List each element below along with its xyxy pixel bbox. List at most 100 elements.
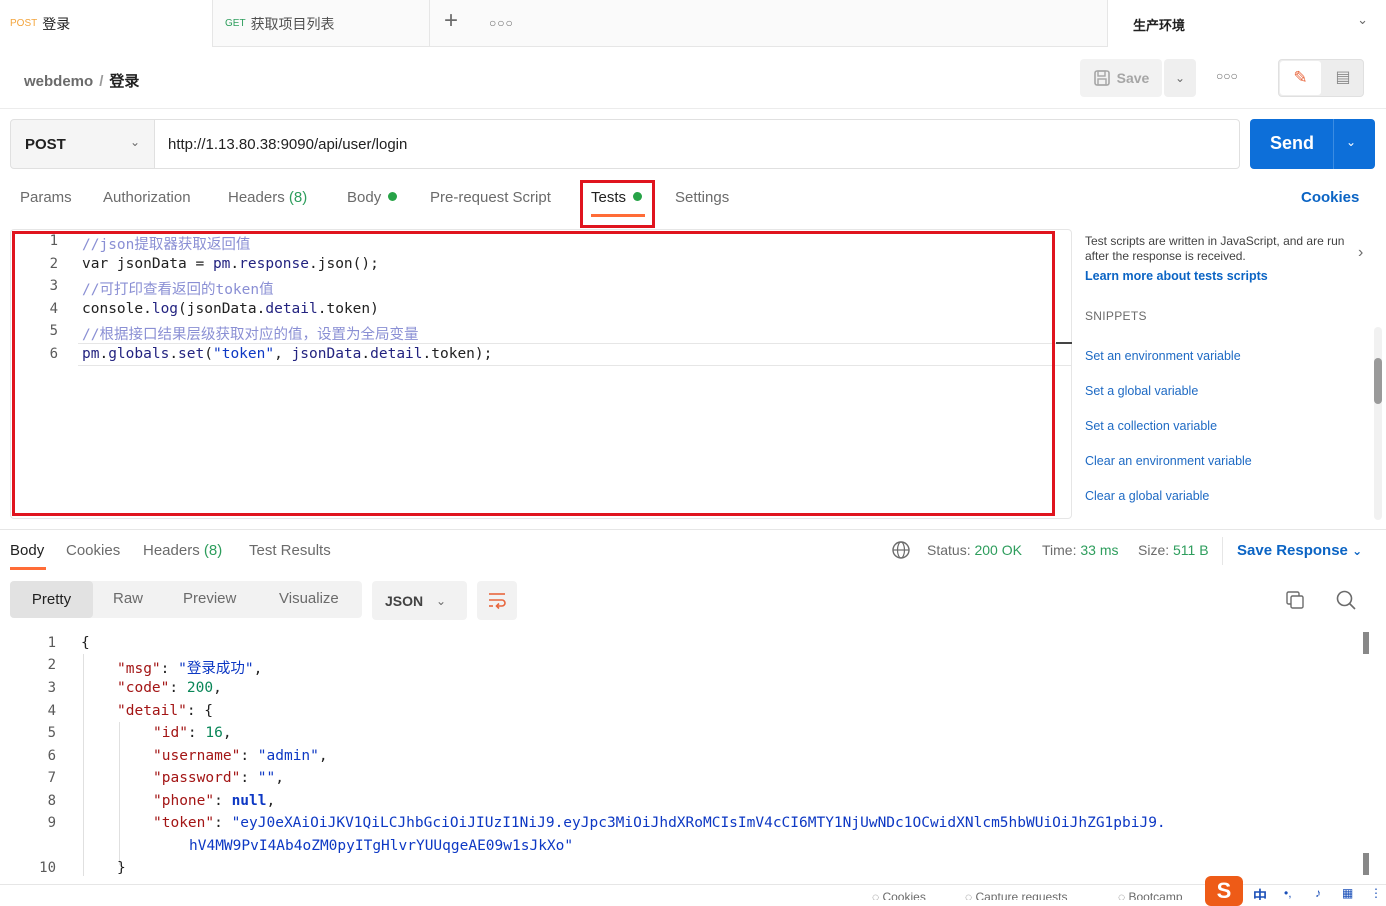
- tab-settings[interactable]: Settings: [675, 189, 729, 206]
- chevron-right-icon[interactable]: ›: [1358, 244, 1363, 262]
- request-tab-bar: POST 登录 GET 获取项目列表 + ○○○ 生产环境 ⌄: [0, 0, 1386, 47]
- json-line: }: [117, 860, 126, 876]
- tab-params[interactable]: Params: [20, 189, 72, 206]
- response-tab-headers[interactable]: Headers (8): [143, 542, 222, 559]
- send-options-chevron-icon[interactable]: ⌄: [1346, 135, 1356, 149]
- indent-guide: [83, 654, 84, 876]
- send-button[interactable]: Send ⌄: [1250, 119, 1375, 169]
- response-tab-body[interactable]: Body: [10, 542, 44, 559]
- json-line: "username": "admin",: [153, 748, 328, 764]
- response-tab-test-results[interactable]: Test Results: [249, 542, 331, 559]
- json-token: : {: [186, 703, 214, 719]
- panel-resize-handle[interactable]: [1056, 342, 1072, 344]
- wrap-lines-icon[interactable]: [477, 581, 517, 620]
- time-label: Time:: [1042, 542, 1077, 558]
- json-token: :: [214, 815, 232, 831]
- snippets-scrollbar[interactable]: [1374, 327, 1382, 520]
- new-tab-plus-icon[interactable]: +: [444, 9, 466, 34]
- view-preview-button[interactable]: Preview: [183, 590, 236, 607]
- json-line: {: [81, 635, 90, 651]
- comment-icon[interactable]: ▤: [1323, 61, 1363, 95]
- json-token: 200: [186, 680, 214, 696]
- json-token: :: [240, 770, 258, 786]
- statusbar-cookies[interactable]: ◌ Cookies: [872, 890, 926, 900]
- size-value: 511 B: [1173, 542, 1209, 558]
- save-icon: [1093, 70, 1110, 86]
- snippets-scrollbar-thumb[interactable]: [1374, 358, 1382, 404]
- environment-selector[interactable]: 生产环境 ⌄: [1107, 0, 1386, 47]
- json-line: "password": "",: [153, 770, 284, 786]
- json-token: "phone": [153, 793, 215, 809]
- method-select[interactable]: POST ⌄: [10, 119, 155, 169]
- format-select[interactable]: JSON: [372, 581, 467, 620]
- statusbar-bootcamp[interactable]: ◌ Bootcamp: [1118, 890, 1183, 900]
- save-response-label: Save Response: [1237, 542, 1348, 559]
- line-number: 6: [47, 748, 56, 764]
- line-number: 7: [47, 770, 56, 786]
- json-token: "id": [153, 725, 188, 741]
- tab-authorization[interactable]: Authorization: [103, 189, 191, 206]
- snippet-item[interactable]: Set an environment variable: [1085, 349, 1241, 363]
- more-actions-icon[interactable]: ○○○: [1216, 69, 1238, 83]
- size-label: Size:: [1138, 542, 1170, 558]
- json-token: :: [214, 793, 232, 809]
- request-tab-project-list[interactable]: GET 获取项目列表: [214, 0, 430, 47]
- json-line: "id": 16,: [153, 725, 232, 741]
- ime-logo[interactable]: S: [1205, 876, 1243, 906]
- view-pretty-button[interactable]: Pretty: [10, 581, 93, 618]
- json-token: "token": [153, 815, 215, 831]
- breadcrumb-request[interactable]: 登录: [109, 73, 139, 90]
- save-response-button[interactable]: Save Response ⌄: [1237, 542, 1362, 559]
- ime-keyboard-icon[interactable]: ▦: [1342, 886, 1353, 900]
- json-token: :: [240, 748, 258, 764]
- tab-headers[interactable]: Headers (8): [228, 189, 307, 206]
- snippet-item[interactable]: Clear an environment variable: [1085, 454, 1252, 468]
- snippet-item[interactable]: Set a global variable: [1085, 384, 1198, 398]
- line-number: 5: [47, 725, 56, 741]
- tab-body-label: Body: [347, 189, 382, 206]
- response-scrollbar-thumb[interactable]: [1363, 632, 1369, 654]
- breadcrumb-collection[interactable]: webdemo: [24, 73, 93, 90]
- save-button[interactable]: Save: [1080, 59, 1162, 97]
- copy-icon[interactable]: [1284, 589, 1306, 616]
- cookies-link[interactable]: Cookies: [1301, 189, 1359, 206]
- response-tab-cookies[interactable]: Cookies: [66, 542, 120, 559]
- chevron-down-icon: ⌄: [1352, 544, 1363, 558]
- url-input[interactable]: http://1.13.80.38:9090/api/user/login: [155, 119, 1240, 169]
- ime-mic-icon[interactable]: ♪: [1315, 886, 1321, 900]
- tab-more-icon[interactable]: ○○○: [489, 16, 514, 30]
- breadcrumb: webdemo / 登录: [24, 70, 139, 91]
- breadcrumb-separator: /: [99, 73, 104, 90]
- line-number: 1: [47, 635, 56, 651]
- json-token: :: [160, 661, 179, 677]
- learn-more-link[interactable]: Learn more about tests scripts: [1085, 269, 1268, 283]
- highlight-box-tests: [580, 180, 655, 228]
- headers-count: (8): [288, 189, 308, 206]
- request-header: webdemo / 登录 Save ⌄ ○○○ ✎ ▤: [0, 47, 1386, 109]
- view-visualize-button[interactable]: Visualize: [279, 590, 339, 607]
- status-bar: ◌ Cookies ◌ Capture requests ◌ Bootcamp …: [0, 884, 1386, 900]
- snippet-item[interactable]: Clear a global variable: [1085, 489, 1209, 503]
- request-tab-login[interactable]: POST 登录: [0, 0, 213, 47]
- json-line: "detail": {: [117, 703, 213, 719]
- json-token: }: [117, 860, 126, 876]
- environment-name: 生产环境: [1133, 18, 1186, 33]
- ime-punctuation-icon[interactable]: •,: [1284, 886, 1292, 900]
- response-divider[interactable]: [0, 529, 1386, 530]
- statusbar-capture[interactable]: ◌ Capture requests: [965, 890, 1068, 900]
- status-label: Status:: [927, 542, 971, 558]
- ime-mode[interactable]: 中: [1253, 886, 1267, 900]
- tab-prerequest-script[interactable]: Pre-request Script: [430, 189, 551, 206]
- search-icon[interactable]: [1335, 589, 1357, 617]
- chevron-down-icon: ⌄: [436, 594, 447, 608]
- tab-body[interactable]: Body: [347, 189, 398, 206]
- snippet-item[interactable]: Set a collection variable: [1085, 419, 1217, 433]
- globe-icon[interactable]: [891, 540, 911, 565]
- view-raw-button[interactable]: Raw: [113, 590, 143, 607]
- ime-more-icon[interactable]: ⋮: [1370, 886, 1382, 900]
- response-scrollbar-thumb[interactable]: [1363, 853, 1369, 875]
- tab-method-badge: POST: [10, 18, 38, 29]
- pencil-icon[interactable]: ✎: [1280, 61, 1321, 95]
- statusbar-cookies-label: Cookies: [882, 890, 926, 900]
- save-options-chevron-icon[interactable]: ⌄: [1164, 59, 1196, 97]
